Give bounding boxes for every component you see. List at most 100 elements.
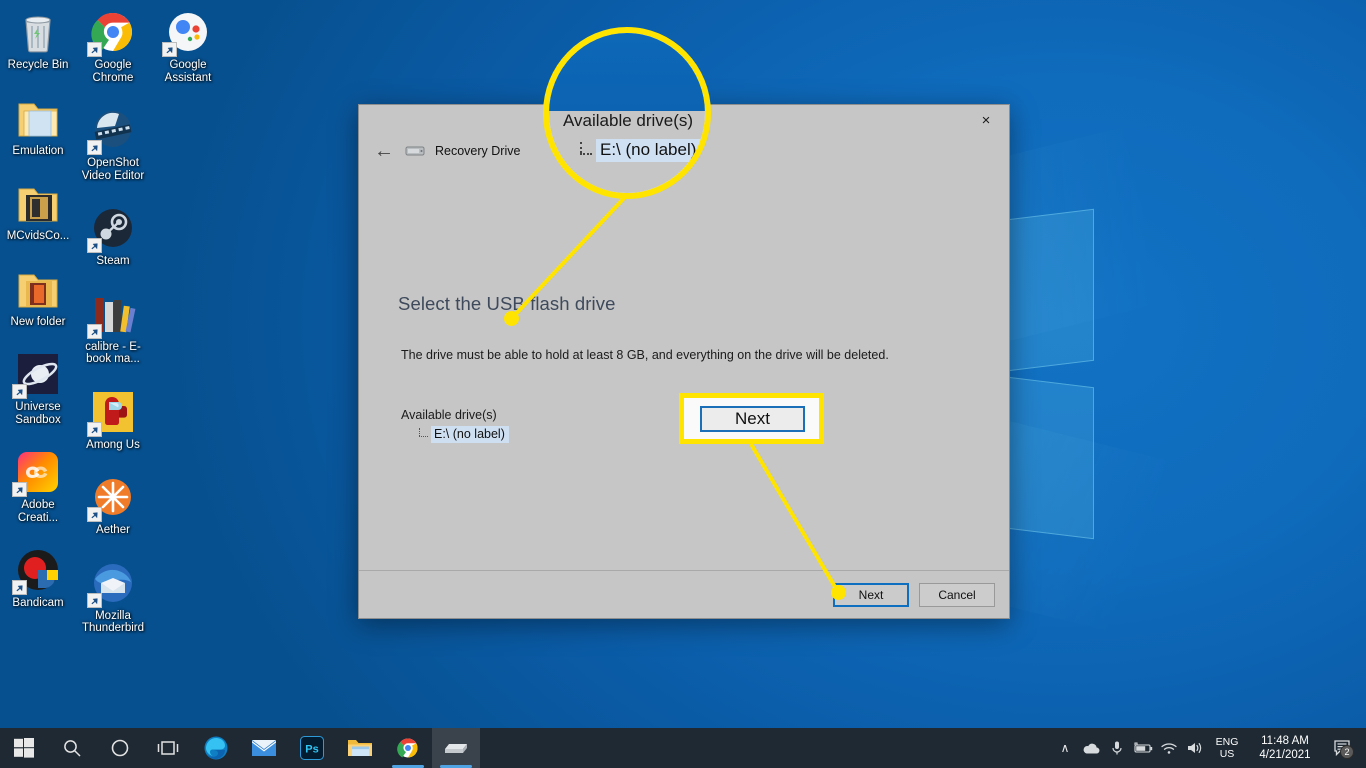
adobe-creative-cloud-icon: [12, 448, 62, 497]
language-indicator[interactable]: ENG US: [1208, 728, 1246, 768]
search-icon: [64, 740, 81, 757]
shortcut-badge-icon: [87, 421, 102, 437]
close-icon[interactable]: ×: [963, 105, 1009, 135]
show-hidden-icons-button[interactable]: ∧: [1052, 728, 1078, 768]
clock-time: 11:48 AM: [1261, 735, 1309, 747]
wifi-icon[interactable]: [1156, 728, 1182, 768]
desktop-icon-label: OpenShot Video Editor: [81, 157, 145, 182]
desktop-icon-adobe-creative-cloud[interactable]: Adobe Creati...: [0, 448, 76, 524]
google-assistant-icon: [162, 8, 212, 57]
bandicam-icon: [12, 546, 62, 595]
svg-text:Ps: Ps: [305, 744, 318, 756]
file-explorer-icon: [348, 740, 372, 756]
drive-list-item[interactable]: E:\ (no label): [417, 426, 509, 443]
page-heading: Select the USB flash drive: [398, 293, 616, 314]
task-view-button[interactable]: [144, 728, 192, 768]
drive-icon: [445, 744, 467, 753]
shortcut-badge-icon: [162, 42, 177, 57]
dialog-title: Recovery Drive: [435, 144, 521, 158]
task-view-icon: [157, 741, 179, 755]
desktop-icon-label: Steam: [96, 255, 130, 267]
windows-wallpaper-logo: [870, 127, 1166, 635]
taskbar: Ps ∧ ENG US 11:48 AM 4/21/2021 2: [0, 728, 1366, 768]
desktop-icon-calibre[interactable]: calibre - E-book ma...: [75, 290, 151, 366]
desktop-icon-label: Bandicam: [12, 597, 64, 609]
desktop-icon-label: Adobe Creati...: [17, 499, 59, 524]
shortcut-badge-icon: [87, 592, 102, 608]
desktop-icon-new-folder[interactable]: New folder: [0, 265, 76, 329]
shortcut-badge-icon: [12, 482, 27, 497]
onedrive-icon[interactable]: [1078, 728, 1104, 768]
desktop-icon-thunderbird[interactable]: Mozilla Thunderbird: [75, 559, 151, 635]
battery-icon[interactable]: [1130, 728, 1156, 768]
universe-sandbox-icon: [12, 350, 62, 399]
system-tray: ∧ ENG US 11:48 AM 4/21/2021 2: [1052, 728, 1366, 768]
start-button[interactable]: [0, 728, 48, 768]
tree-elbow-icon: [417, 427, 429, 442]
language-code: ENG: [1215, 735, 1239, 748]
shortcut-badge-icon: [87, 238, 102, 253]
available-drives-block: Available drive(s) E:\ (no label): [401, 408, 509, 447]
desktop-icon-label: Google Assistant: [164, 59, 212, 84]
desktop-icon-emulation[interactable]: Emulation: [0, 94, 76, 158]
shortcut-badge-icon: [87, 42, 102, 57]
desktop-icon-universe-sandbox[interactable]: Universe Sandbox: [0, 350, 76, 426]
shortcut-badge-icon: [87, 507, 102, 522]
back-arrow-icon[interactable]: ←: [373, 141, 395, 161]
cancel-button[interactable]: Cancel: [919, 582, 995, 607]
chrome-button[interactable]: [384, 728, 432, 768]
aether-icon: [87, 473, 137, 522]
recycle-bin-icon: [14, 8, 62, 56]
shortcut-badge-icon: [12, 384, 27, 399]
desktop-icon-label: MCvidsCo...: [6, 230, 70, 242]
drive-list-item-label: E:\ (no label): [431, 426, 509, 443]
desktop-icon-steam[interactable]: Steam: [75, 204, 151, 268]
dialog-navigation: ← Recovery Drive: [373, 141, 520, 161]
dialog-footer: Next Cancel: [359, 570, 1009, 618]
drive-icon: [405, 144, 425, 158]
page-description: The drive must be able to hold at least …: [401, 348, 889, 362]
shortcut-badge-icon: [87, 323, 102, 339]
folder-icon: [14, 265, 62, 313]
desktop-icon-openshot[interactable]: OpenShot Video Editor: [75, 106, 151, 182]
language-region: US: [1219, 748, 1235, 760]
desktop-icon-recycle-bin[interactable]: Recycle Bin: [0, 8, 76, 72]
mail-button[interactable]: [240, 728, 288, 768]
clock-date: 4/21/2021: [1259, 749, 1311, 761]
desktop-icon-among-us[interactable]: Among Us: [75, 388, 151, 452]
file-explorer-button[interactable]: [336, 728, 384, 768]
openshot-icon: [87, 106, 137, 155]
folder-icon: [14, 94, 62, 142]
clock[interactable]: 11:48 AM 4/21/2021: [1246, 728, 1324, 768]
among-us-icon: [87, 388, 137, 437]
thunderbird-icon: [87, 559, 137, 608]
desktop-icon-bandicam[interactable]: Bandicam: [0, 546, 76, 610]
steam-icon: [87, 204, 137, 253]
cortana-button[interactable]: [96, 728, 144, 768]
desktop-icon-google-assistant[interactable]: Google Assistant: [150, 8, 226, 84]
search-button[interactable]: [48, 728, 96, 768]
folder-icon: [14, 179, 62, 227]
desktop-icon-label: Emulation: [12, 144, 64, 157]
desktop-icon-label: Aether: [96, 524, 130, 536]
notifications-button[interactable]: 2: [1324, 728, 1362, 768]
microphone-icon[interactable]: [1104, 728, 1130, 768]
desktop-icon-google-chrome[interactable]: Google Chrome: [75, 8, 151, 84]
edge-button[interactable]: [192, 728, 240, 768]
google-chrome-icon: [87, 8, 137, 57]
mail-icon: [252, 740, 276, 756]
desktop-icon-label: Among Us: [86, 438, 140, 451]
recovery-drive-dialog: × ← Recovery Drive Select the USB flash …: [358, 104, 1010, 619]
google-chrome-icon: [397, 738, 418, 758]
desktop-icon-label: Universe Sandbox: [15, 401, 61, 426]
photoshop-icon: Ps: [300, 736, 324, 760]
photoshop-button[interactable]: Ps: [288, 728, 336, 768]
desktop-icon-mcvidsco[interactable]: MCvidsCo...: [0, 179, 76, 243]
calibre-icon: [87, 290, 137, 339]
volume-icon[interactable]: [1182, 728, 1208, 768]
recovery-drive-button[interactable]: [432, 728, 480, 768]
desktop-icon-aether[interactable]: Aether: [75, 473, 151, 537]
next-button[interactable]: Next: [833, 582, 909, 607]
notification-count-badge: 2: [1340, 745, 1354, 759]
shortcut-badge-icon: [87, 140, 102, 155]
